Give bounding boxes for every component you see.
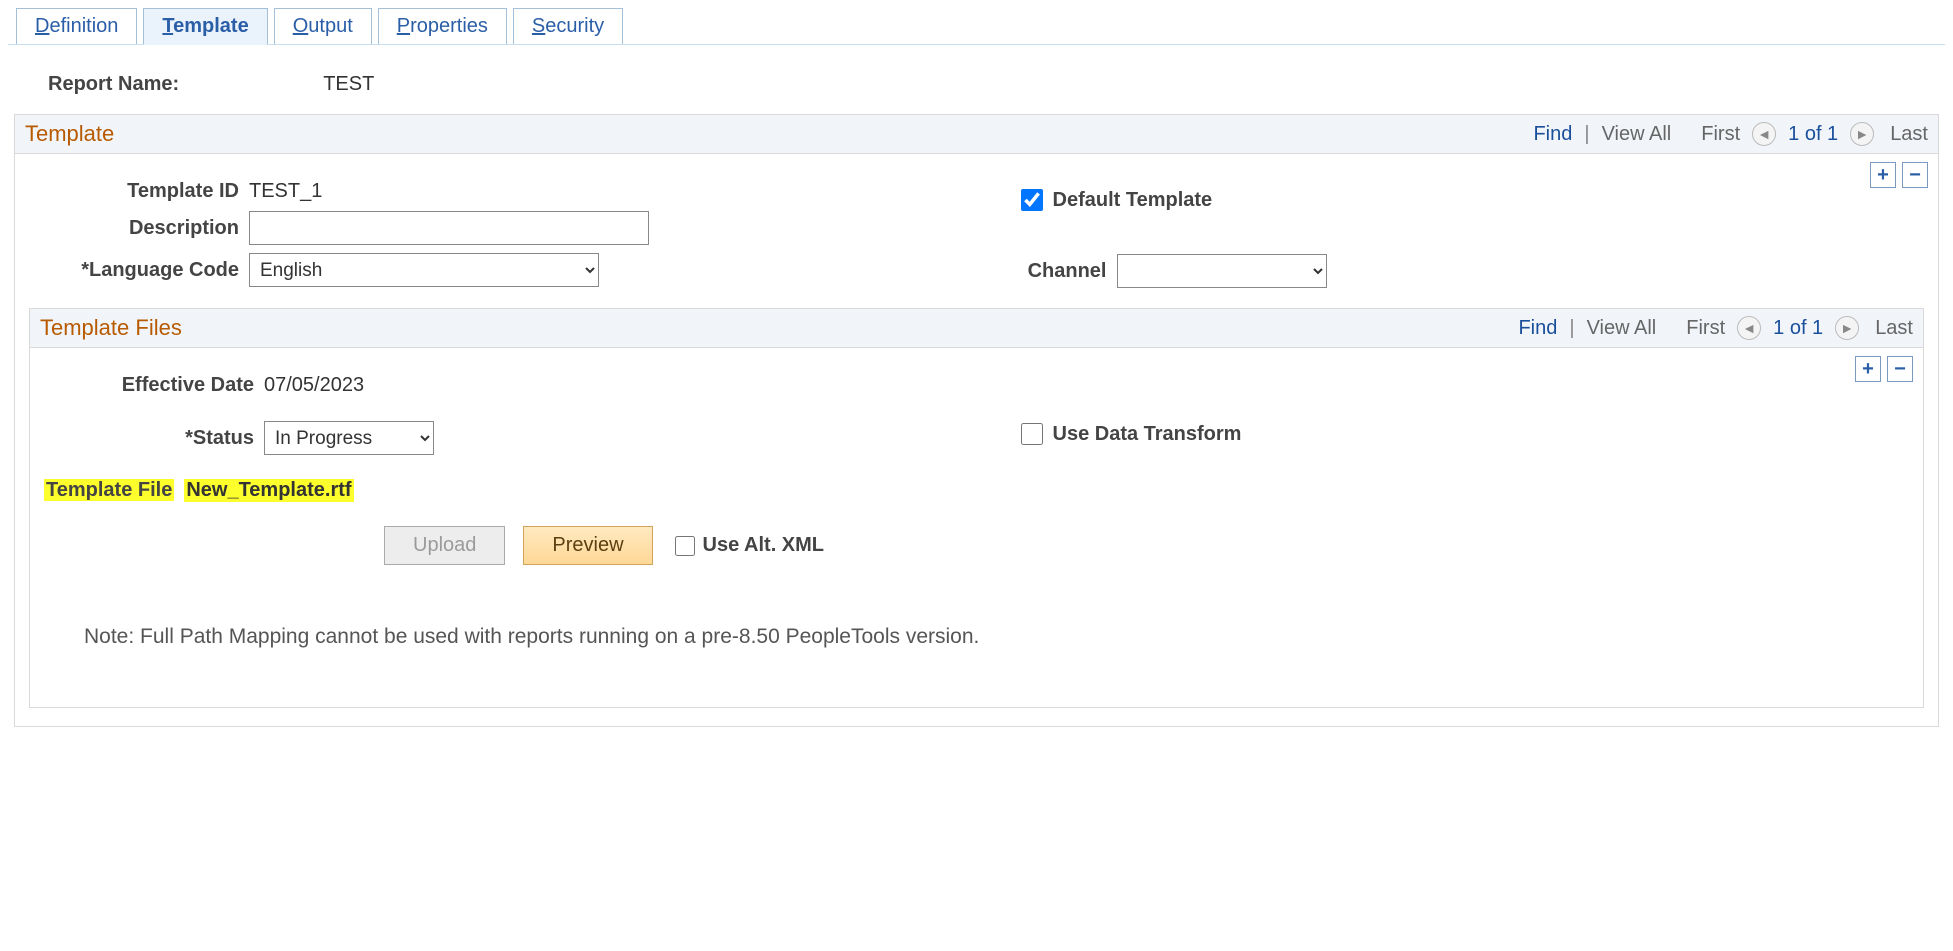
use-alt-xml-label: Use Alt. XML (703, 534, 825, 557)
files-section-title: Template Files (40, 315, 182, 341)
template-section-header: Template Find | View All First ◄ 1 of 1 … (15, 115, 1938, 154)
template-find-link[interactable]: Find (1533, 123, 1572, 146)
report-name-label: Report Name: (48, 73, 318, 96)
language-code-label: *Language Code (29, 259, 249, 282)
files-section-header: Template Files Find | View All First ◄ 1… (30, 309, 1923, 348)
files-last-label: Last (1875, 317, 1913, 340)
use-data-transform-label: Use Data Transform (1053, 423, 1242, 446)
upload-button[interactable]: Upload (384, 526, 505, 565)
effective-date-label: Effective Date (44, 374, 264, 397)
files-first-label: First (1686, 317, 1725, 340)
template-id-label: Template ID (29, 180, 249, 203)
use-alt-xml-checkbox[interactable] (675, 536, 695, 556)
files-find-link[interactable]: Find (1518, 317, 1557, 340)
files-prev-button[interactable]: ◄ (1737, 316, 1761, 340)
status-select[interactable]: In Progress (264, 421, 434, 455)
status-label: *Status (44, 427, 264, 450)
report-name-value: TEST (323, 73, 374, 95)
description-input[interactable] (249, 211, 649, 245)
template-files-section: Template Files Find | View All First ◄ 1… (29, 308, 1924, 708)
template-id-value: TEST_1 (249, 180, 322, 203)
description-label: Description (29, 217, 249, 240)
template-section-title: Template (25, 121, 114, 147)
template-viewall-link[interactable]: View All (1602, 123, 1672, 146)
template-add-row-button[interactable]: + (1870, 162, 1896, 188)
template-file-label: Template File (44, 479, 174, 501)
use-alt-xml-row: Use Alt. XML (671, 533, 825, 559)
files-next-button[interactable]: ► (1835, 316, 1859, 340)
template-next-button[interactable]: ► (1850, 122, 1874, 146)
template-record-count: 1 of 1 (1788, 123, 1838, 146)
language-code-select[interactable]: English (249, 253, 599, 287)
preview-button[interactable]: Preview (523, 526, 652, 565)
channel-label: Channel (977, 260, 1117, 283)
tab-bar: Definition Template Output Properties Se… (8, 8, 1945, 45)
tab-definition[interactable]: Definition (16, 8, 137, 44)
files-add-row-button[interactable]: + (1855, 356, 1881, 382)
template-prev-button[interactable]: ◄ (1752, 122, 1776, 146)
mapping-note: Note: Full Path Mapping cannot be used w… (84, 625, 1909, 649)
default-template-label: Default Template (1053, 189, 1213, 212)
channel-select[interactable] (1117, 254, 1327, 288)
files-record-count: 1 of 1 (1773, 317, 1823, 340)
effective-date-value: 07/05/2023 (264, 374, 364, 397)
default-template-checkbox[interactable] (1021, 189, 1043, 211)
use-data-transform-checkbox[interactable] (1021, 423, 1043, 445)
template-last-label: Last (1890, 123, 1928, 146)
template-section: Template Find | View All First ◄ 1 of 1 … (14, 114, 1939, 727)
tab-output[interactable]: Output (274, 8, 372, 44)
template-delete-row-button[interactable]: − (1902, 162, 1928, 188)
tab-template[interactable]: Template (143, 8, 267, 45)
files-delete-row-button[interactable]: − (1887, 356, 1913, 382)
files-viewall-link[interactable]: View All (1587, 317, 1657, 340)
tab-security[interactable]: Security (513, 8, 623, 44)
tab-properties[interactable]: Properties (378, 8, 507, 44)
template-first-label: First (1701, 123, 1740, 146)
report-name-row: Report Name: TEST (48, 73, 1945, 96)
template-file-value: New_Template.rtf (184, 479, 353, 502)
